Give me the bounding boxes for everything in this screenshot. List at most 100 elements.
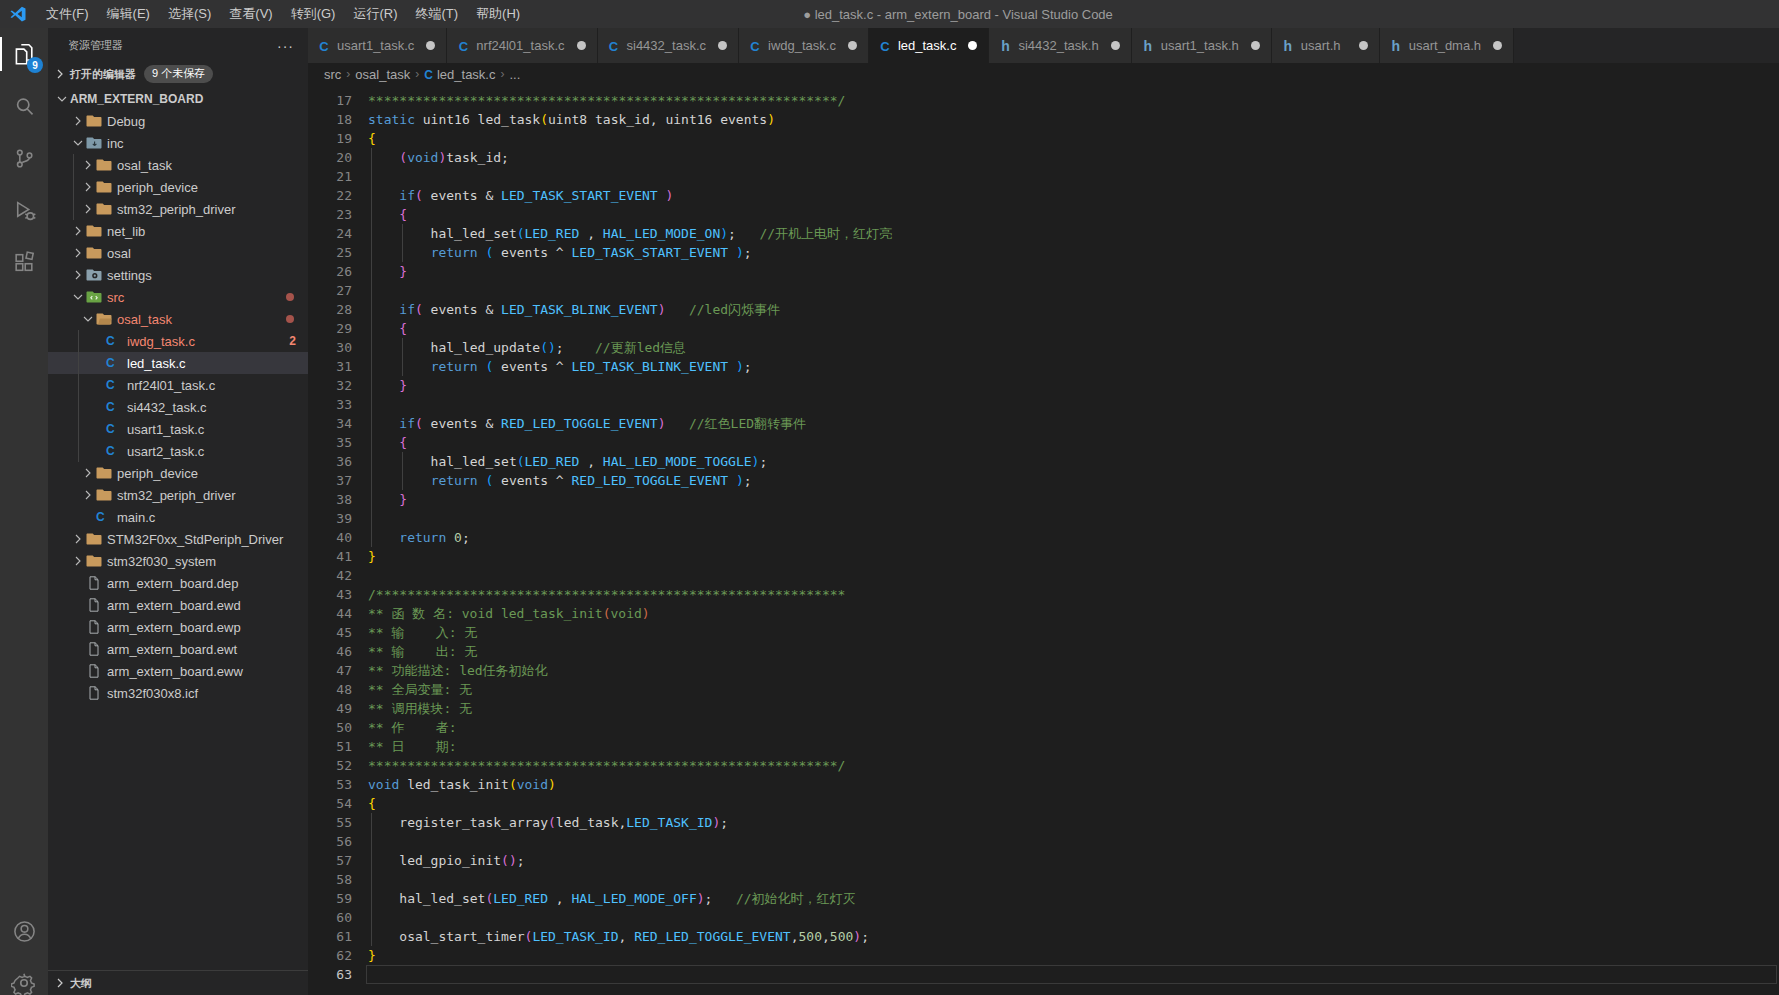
activity-run-debug-icon[interactable] [0,184,48,236]
tab-si4432-task-c[interactable]: Csi4432_task.c [598,28,740,63]
dirty-indicator[interactable] [1251,41,1260,50]
dirty-indicator[interactable] [1111,41,1120,50]
code-line-34[interactable]: 34 if( events & RED_LED_TOGGLE_EVENT) //… [308,414,1779,433]
code-line-21[interactable]: 21 [308,167,1779,186]
tree-item-osal[interactable]: osal [48,242,308,264]
code-line-30[interactable]: 30 hal_led_update(); //更新led信息 [308,338,1779,357]
code-line-26[interactable]: 26 } [308,262,1779,281]
tab-nrf24l01-task-c[interactable]: Cnrf24l01_task.c [447,28,597,63]
activity-settings-icon[interactable] [0,957,48,995]
code-line-49[interactable]: 49** 调用模块: 无 [308,699,1779,718]
tree-item-arm-extern-board-ewd[interactable]: arm_extern_board.ewd [48,594,308,616]
tree-item-main-c[interactable]: Cmain.c [48,506,308,528]
code-line-40[interactable]: 40 return 0; [308,528,1779,547]
tab-led-task-c[interactable]: Cled_task.c [869,28,990,63]
menu-r[interactable]: 运行(R) [344,0,406,28]
tree-item-arm-extern-board-eww[interactable]: arm_extern_board.eww [48,660,308,682]
tab-usart1-task-h[interactable]: husart1_task.h [1132,28,1272,63]
activity-search-icon[interactable] [0,80,48,132]
code-line-58[interactable]: 58 [308,870,1779,889]
code-line-23[interactable]: 23 { [308,205,1779,224]
menu-e[interactable]: 编辑(E) [98,0,159,28]
code-line-18[interactable]: 18static uint16 led_task(uint8 task_id, … [308,110,1779,129]
code-line-48[interactable]: 48** 全局变量: 无 [308,680,1779,699]
breadcrumb-item[interactable]: Cled_task.c [424,67,495,82]
code-line-55[interactable]: 55 register_task_array(led_task,LED_TASK… [308,813,1779,832]
dirty-indicator[interactable] [848,41,857,50]
tree-item-osal-task[interactable]: osal_task [48,308,308,330]
menu-s[interactable]: 选择(S) [159,0,220,28]
code-line-29[interactable]: 29 { [308,319,1779,338]
code-line-43[interactable]: 43/*************************************… [308,585,1779,604]
tree-item-stm32f030x8-icf[interactable]: stm32f030x8.icf [48,682,308,704]
code-line-31[interactable]: 31 return ( events ^ LED_TASK_BLINK_EVEN… [308,357,1779,376]
dirty-indicator[interactable] [968,41,977,50]
tree-item-iwdg-task-c[interactable]: Ciwdg_task.c2 [48,330,308,352]
tree-item-arm-extern-board-dep[interactable]: arm_extern_board.dep [48,572,308,594]
dirty-indicator[interactable] [1359,41,1368,50]
tree-item-usart1-task-c[interactable]: Cusart1_task.c [48,418,308,440]
tree-item-osal-task[interactable]: osal_task [48,154,308,176]
code-line-56[interactable]: 56 [308,832,1779,851]
menu-h[interactable]: 帮助(H) [467,0,529,28]
tree-item-stm32f030-system[interactable]: stm32f030_system [48,550,308,572]
tree-item-arm-extern-board-ewt[interactable]: arm_extern_board.ewt [48,638,308,660]
menu-f[interactable]: 文件(F) [37,0,98,28]
code-line-37[interactable]: 37 return ( events ^ RED_LED_TOGGLE_EVEN… [308,471,1779,490]
code-line-27[interactable]: 27 [308,281,1779,300]
tree-item-si4432-task-c[interactable]: Csi4432_task.c [48,396,308,418]
code-line-32[interactable]: 32 } [308,376,1779,395]
tab-iwdg-task-c[interactable]: Ciwdg_task.c [739,28,869,63]
tree-item-periph-device[interactable]: periph_device [48,176,308,198]
tree-item-stm32-periph-driver[interactable]: stm32_periph_driver [48,198,308,220]
code-line-62[interactable]: 62} [308,946,1779,965]
code-line-52[interactable]: 52**************************************… [308,756,1779,775]
code-line-36[interactable]: 36 hal_led_set(LED_RED , HAL_LED_MODE_TO… [308,452,1779,471]
code-line-46[interactable]: 46** 输 出: 无 [308,642,1779,661]
code-line-28[interactable]: 28 if( events & LED_TASK_BLINK_EVENT) //… [308,300,1779,319]
code-line-59[interactable]: 59 hal_led_set(LED_RED , HAL_LED_MODE_OF… [308,889,1779,908]
breadcrumb-item[interactable]: osal_task [355,67,410,82]
code-line-17[interactable]: 17**************************************… [308,91,1779,110]
code-line-60[interactable]: 60 [308,908,1779,927]
tree-item-stm32-periph-driver[interactable]: stm32_periph_driver [48,484,308,506]
code-line-24[interactable]: 24 hal_led_set(LED_RED , HAL_LED_MODE_ON… [308,224,1779,243]
tree-item-src[interactable]: src [48,286,308,308]
code-line-41[interactable]: 41} [308,547,1779,566]
menu-g[interactable]: 转到(G) [282,0,345,28]
sidebar-more-actions-icon[interactable]: ··· [277,38,294,54]
code-line-20[interactable]: 20 (void)task_id; [308,148,1779,167]
breadcrumb-item[interactable]: src [324,67,341,82]
tree-item-net-lib[interactable]: net_lib [48,220,308,242]
tree-item-arm-extern-board[interactable]: ARM_EXTERN_BOARD [48,88,308,110]
code-line-45[interactable]: 45** 输 入: 无 [308,623,1779,642]
activity-account-icon[interactable] [0,905,48,957]
dirty-indicator[interactable] [718,41,727,50]
code-line-47[interactable]: 47** 功能描述: led任务初始化 [308,661,1779,680]
tab-usart-h[interactable]: husart.h [1272,28,1380,63]
code-line-38[interactable]: 38 } [308,490,1779,509]
menu-t[interactable]: 终端(T) [406,0,467,28]
tree-item-led-task-c[interactable]: Cled_task.c [48,352,308,374]
code-editor[interactable]: 17**************************************… [308,85,1779,995]
code-line-54[interactable]: 54{ [308,794,1779,813]
tree-item-nrf24l01-task-c[interactable]: Cnrf24l01_task.c [48,374,308,396]
code-line-50[interactable]: 50** 作 者: [308,718,1779,737]
code-line-44[interactable]: 44** 函 数 名: void led_task_init(void) [308,604,1779,623]
tree-item-usart2-task-c[interactable]: Cusart2_task.c [48,440,308,462]
tree-item-settings[interactable]: settings [48,264,308,286]
tree-item-debug[interactable]: Debug [48,110,308,132]
tab-usart-dma-h[interactable]: husart_dma.h [1380,28,1514,63]
tree-item-inc[interactable]: inc [48,132,308,154]
code-line-19[interactable]: 19{ [308,129,1779,148]
activity-extensions-icon[interactable] [0,236,48,288]
code-line-51[interactable]: 51** 日 期: [308,737,1779,756]
outline-section[interactable]: 大纲 [48,970,308,995]
dirty-indicator[interactable] [577,41,586,50]
tree-item-periph-device[interactable]: periph_device [48,462,308,484]
dirty-indicator[interactable] [1493,41,1502,50]
menu-v[interactable]: 查看(V) [220,0,281,28]
code-line-42[interactable]: 42 [308,566,1779,585]
tree-item-stm32f0xx-stdperiph-driver[interactable]: STM32F0xx_StdPeriph_Driver [48,528,308,550]
tab-usart1-task-c[interactable]: Cusart1_task.c [308,28,447,63]
